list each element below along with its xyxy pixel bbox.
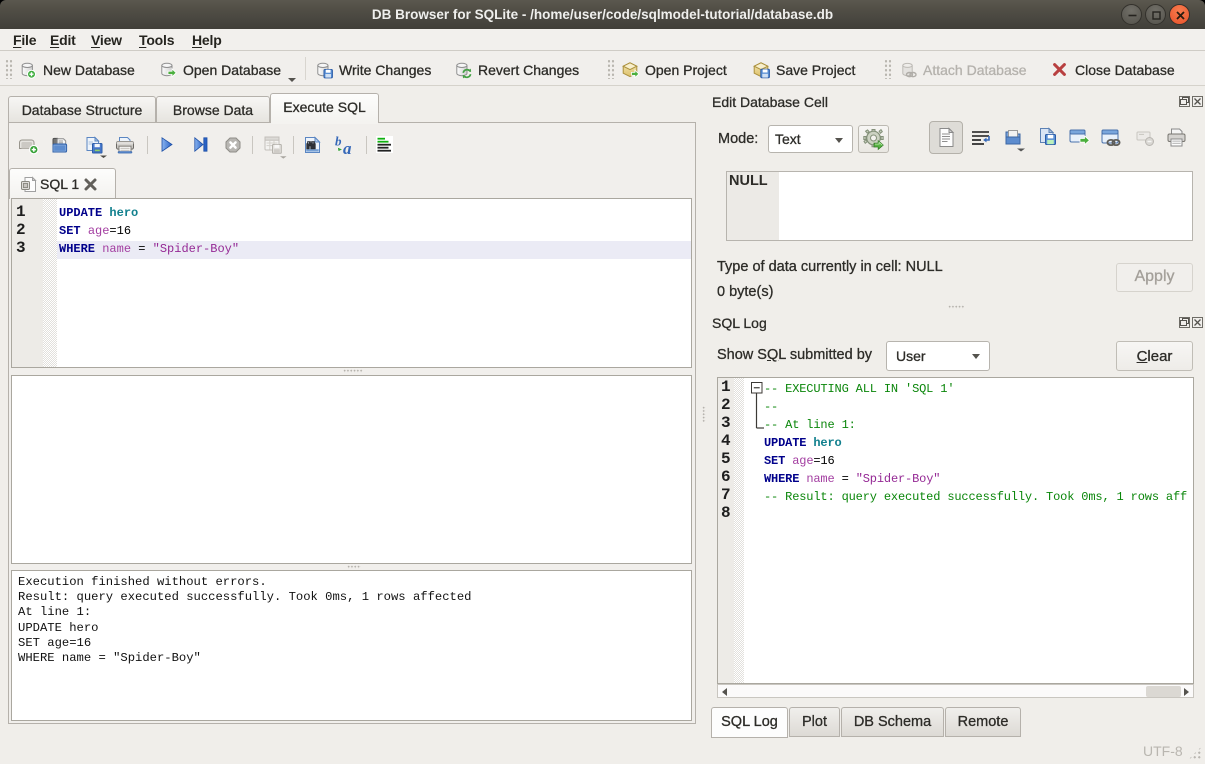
svg-text:b: b xyxy=(335,134,342,149)
svg-text:a: a xyxy=(343,139,352,157)
